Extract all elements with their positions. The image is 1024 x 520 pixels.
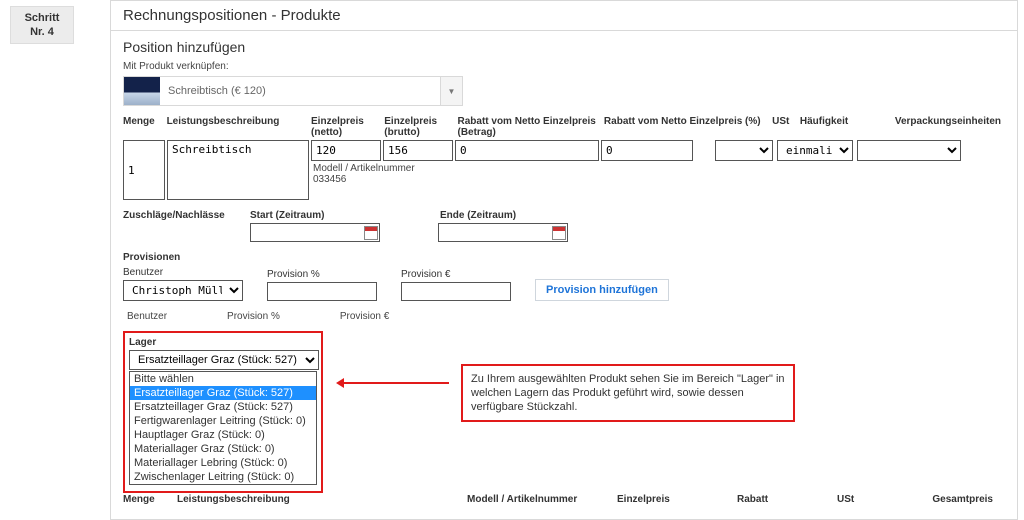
section-title: Position hinzufügen bbox=[123, 39, 1005, 55]
prov-user-select[interactable]: Christoph Müller bbox=[123, 280, 243, 301]
step-line1: Schritt bbox=[11, 11, 73, 25]
product-thumb-icon bbox=[124, 77, 160, 105]
col-menge: Menge bbox=[123, 116, 167, 138]
prov-list-head: Benutzer Provision % Provision € bbox=[123, 311, 1005, 322]
stock-option[interactable]: Fertigwarenlager Leitring (Stück: 0) bbox=[130, 414, 316, 428]
model-label: Modell / Artikelnummer bbox=[313, 163, 961, 174]
description-input[interactable]: Schreibtisch bbox=[167, 140, 309, 200]
sh-ep: Einzelpreis bbox=[617, 494, 737, 505]
inputs-row: Schreibtisch einmalig Modell / Artikelnu… bbox=[123, 140, 1005, 200]
qty-input[interactable] bbox=[123, 140, 165, 200]
product-name: Schreibtisch (€ 120) bbox=[160, 77, 440, 105]
panel-title: Rechnungspositionen - Produkte bbox=[111, 1, 1017, 30]
stock-option[interactable]: Bitte wählen bbox=[130, 372, 316, 386]
col-discount-amount: Rabatt vom Netto Einzelpreis (Betrag) bbox=[457, 116, 603, 138]
stock-option[interactable]: Zwischenlager Leitring (Stück: 0) bbox=[130, 470, 316, 484]
stock-selector: Lager Ersatzteillager Graz (Stück: 527) … bbox=[123, 331, 323, 493]
surcharge-label: Zuschläge/Nachlässe bbox=[123, 210, 250, 221]
sh-desc: Leistungsbeschreibung bbox=[177, 494, 467, 505]
end-period-label: Ende (Zeitraum) bbox=[440, 210, 590, 221]
prov-user-label: Benutzer bbox=[123, 267, 243, 278]
prov-pct-label: Provision % bbox=[267, 269, 377, 280]
col-vat: USt bbox=[772, 116, 800, 138]
start-date-input[interactable] bbox=[250, 223, 380, 242]
calendar-icon[interactable] bbox=[552, 226, 566, 240]
product-select[interactable]: Schreibtisch (€ 120) ▼ bbox=[123, 76, 463, 106]
add-provision-button[interactable]: Provision hinzufügen bbox=[535, 279, 669, 301]
stock-options-list[interactable]: Bitte wählen Ersatzteillager Graz (Stück… bbox=[129, 371, 317, 485]
col-discount-pct: Rabatt vom Netto Einzelpreis (%) bbox=[604, 116, 772, 138]
col-desc: Leistungsbeschreibung bbox=[167, 116, 311, 138]
stock-option[interactable]: Materiallager Graz (Stück: 0) bbox=[130, 442, 316, 456]
stock-select[interactable]: Ersatzteillager Graz (Stück: 527) bbox=[129, 350, 319, 370]
provisions-title: Provisionen bbox=[123, 252, 1005, 263]
sh-ust: USt bbox=[837, 494, 927, 505]
sh-menge: Menge bbox=[123, 494, 177, 505]
sh-total: Gesamtpreis bbox=[927, 494, 1005, 505]
stock-option[interactable]: Ersatzteillager Graz (Stück: 527) bbox=[130, 386, 316, 400]
col-unitprice-net: Einzelpreis (netto) bbox=[311, 116, 384, 138]
plh-eur: Provision € bbox=[340, 311, 389, 322]
summary-header: Menge Leistungsbeschreibung Modell / Art… bbox=[123, 488, 1005, 505]
invoice-panel: Rechnungspositionen - Produkte Position … bbox=[110, 0, 1018, 520]
prov-eur-input[interactable] bbox=[401, 282, 511, 301]
provisions-row: Benutzer Christoph Müller Provision % Pr… bbox=[123, 267, 1005, 301]
discount-amount-input[interactable] bbox=[455, 140, 599, 161]
stock-label: Lager bbox=[129, 337, 317, 348]
unitprice-net-input[interactable] bbox=[311, 140, 381, 161]
step-badge: Schritt Nr. 4 bbox=[10, 6, 74, 44]
link-product-label: Mit Produkt verknüpfen: bbox=[123, 61, 1005, 72]
calendar-icon[interactable] bbox=[364, 226, 378, 240]
model-value: 033456 bbox=[313, 174, 961, 185]
plh-user: Benutzer bbox=[127, 311, 167, 322]
unitprice-gross-input[interactable] bbox=[383, 140, 453, 161]
row2-labels: Zuschläge/Nachlässe Start (Zeitraum) End… bbox=[123, 210, 1005, 221]
model-block: Modell / Artikelnummer 033456 bbox=[313, 163, 961, 185]
column-headers: Menge Leistungsbeschreibung Einzelpreis … bbox=[123, 116, 1005, 138]
end-date-input[interactable] bbox=[438, 223, 568, 242]
packaging-select[interactable] bbox=[857, 140, 961, 161]
frequency-select[interactable]: einmalig bbox=[777, 140, 853, 161]
prov-eur-label: Provision € bbox=[401, 269, 511, 280]
chevron-down-icon[interactable]: ▼ bbox=[440, 77, 462, 105]
col-unitprice-gross: Einzelpreis (brutto) bbox=[384, 116, 457, 138]
vat-select[interactable] bbox=[715, 140, 773, 161]
step-line2: Nr. 4 bbox=[11, 25, 73, 39]
prov-pct-input[interactable] bbox=[267, 282, 377, 301]
discount-pct-input[interactable] bbox=[601, 140, 693, 161]
row2-inputs bbox=[123, 223, 1005, 242]
annotation-arrow-icon bbox=[339, 382, 449, 384]
sh-rab: Rabatt bbox=[737, 494, 837, 505]
stock-option[interactable]: Materiallager Lebring (Stück: 0) bbox=[130, 456, 316, 470]
stock-option[interactable]: Hauptlager Graz (Stück: 0) bbox=[130, 428, 316, 442]
sh-model: Modell / Artikelnummer bbox=[467, 494, 617, 505]
annotation-hint: Zu Ihrem ausgewählten Produkt sehen Sie … bbox=[461, 364, 795, 422]
col-frequency: Häufigkeit bbox=[800, 116, 895, 138]
col-packaging: Verpackungseinheiten bbox=[895, 116, 1005, 138]
add-position-section: Position hinzufügen Mit Produkt verknüpf… bbox=[111, 30, 1017, 334]
start-period-label: Start (Zeitraum) bbox=[250, 210, 440, 221]
stock-option[interactable]: Ersatzteillager Graz (Stück: 527) bbox=[130, 400, 316, 414]
plh-pct: Provision % bbox=[227, 311, 280, 322]
